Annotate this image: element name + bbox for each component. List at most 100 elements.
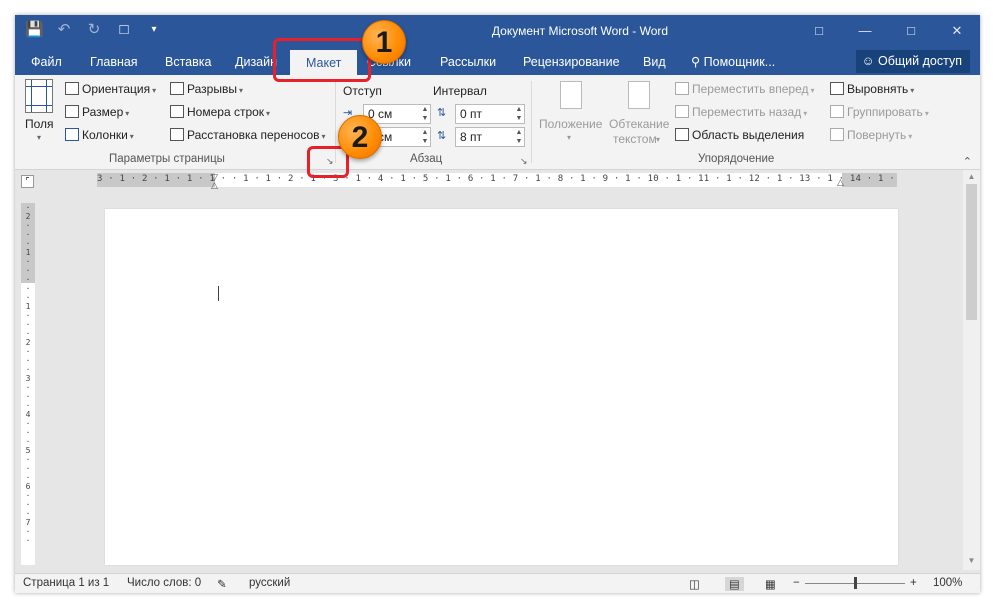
word-count[interactable]: Число слов: 0	[127, 577, 201, 589]
wrap-text-button[interactable]: Обтекание	[609, 117, 669, 131]
right-indent-icon[interactable]: △	[837, 177, 844, 188]
layout-tab-highlight	[273, 38, 371, 82]
spacing-after-field[interactable]: 8 пт ▲ ▼	[455, 127, 525, 147]
share-button[interactable]: ☺ Общий доступ	[855, 50, 970, 73]
read-mode-icon[interactable]: ◫	[689, 577, 700, 591]
group-icon	[830, 105, 844, 118]
lightbulb-icon: ⚲	[691, 55, 704, 69]
collapse-ribbon-icon[interactable]: ⌃	[963, 155, 972, 168]
spacing-after-value: 8 пт	[460, 130, 483, 144]
tab-view[interactable]: Вид	[643, 47, 666, 75]
hyphenation-label: Расстановка переносов	[187, 128, 320, 142]
selection-pane-icon	[675, 128, 689, 141]
zoom-level[interactable]: 100%	[933, 577, 962, 589]
rotate-icon	[830, 128, 844, 141]
columns-button[interactable]: Колонки ▾	[65, 128, 134, 142]
line-numbers-icon	[170, 105, 184, 118]
group-label: Группировать	[847, 105, 923, 119]
status-bar: Страница 1 из 1 Число слов: 0 ✎ русский …	[15, 573, 980, 593]
rotate-button[interactable]: Повернуть ▾	[830, 128, 912, 142]
maximize-icon[interactable]: □	[888, 15, 934, 47]
tab-mailings[interactable]: Рассылки	[440, 47, 496, 75]
vertical-scrollbar[interactable]: ▲ ▼	[963, 170, 980, 570]
paragraph-group-label: Абзац	[410, 153, 443, 165]
margins-icon	[25, 79, 53, 113]
spin-arrows-icon[interactable]: ▲ ▼	[420, 105, 430, 123]
proofing-icon[interactable]: ✎	[217, 577, 227, 591]
vertical-ruler-ticks: · 2 · · · 1 · · · · · 1 · · · 2 · · · 3 · · · 4 · · · 5 · · · 6 · · · 7 · ·	[25, 203, 31, 545]
send-backward-label: Переместить назад	[692, 105, 802, 119]
margins-chevron-icon: ▾	[37, 133, 42, 142]
zoom-in-button[interactable]: +	[910, 577, 917, 589]
hyphenation-button[interactable]: Расстановка переносов ▾	[170, 128, 326, 142]
web-layout-icon[interactable]: ▦	[765, 577, 776, 591]
align-label: Выровнять	[847, 82, 909, 96]
spin-arrows-icon[interactable]: ▲ ▼	[514, 128, 524, 146]
paragraph-dialog-launcher-icon[interactable]: ↘	[520, 156, 528, 167]
size-label: Размер	[82, 105, 124, 119]
send-backward-button[interactable]: Переместить назад ▾	[675, 105, 807, 119]
arrange-group-label: Упорядочение	[698, 153, 775, 165]
line-numbers-button[interactable]: Номера строк ▾	[170, 105, 270, 119]
title-bar: 💾 ↶ ↻ □ ▾ Документ Microsoft Word - Word…	[15, 15, 980, 47]
page-setup-group-label: Параметры страницы	[109, 153, 225, 165]
tell-me-search[interactable]: ⚲ Помощник...	[691, 47, 775, 75]
print-layout-icon[interactable]: ▤	[725, 577, 744, 591]
selection-pane-button[interactable]: Область выделения	[675, 128, 804, 142]
close-icon[interactable]: ✕	[934, 15, 980, 47]
tab-design[interactable]: Дизайн	[235, 47, 277, 75]
size-button[interactable]: Размер ▾	[65, 105, 129, 119]
word-window: 💾 ↶ ↻ □ ▾ Документ Microsoft Word - Word…	[15, 15, 980, 593]
bring-forward-label: Переместить вперед	[692, 82, 809, 96]
zoom-slider-thumb[interactable]	[854, 577, 857, 589]
spacing-before-field[interactable]: 0 пт ▲ ▼	[455, 104, 525, 124]
line-numbers-label: Номера строк	[187, 105, 265, 119]
minimize-icon[interactable]: —	[842, 15, 888, 47]
position-button[interactable]: Положение	[539, 117, 602, 131]
spacing-before-icon: ⇅	[437, 107, 447, 119]
tab-file[interactable]: Файл	[31, 47, 62, 75]
spin-arrows-icon[interactable]: ▲ ▼	[420, 128, 430, 146]
language[interactable]: русский	[249, 577, 290, 589]
scroll-thumb[interactable]	[966, 184, 977, 320]
text-cursor	[218, 286, 219, 301]
align-icon	[830, 82, 844, 95]
spacing-after-icon: ⇅	[437, 130, 447, 142]
document-page[interactable]	[105, 209, 898, 565]
columns-icon	[65, 128, 79, 141]
wrap-chevron-icon: ▾	[656, 135, 661, 144]
tab-review[interactable]: Рецензирование	[523, 47, 620, 75]
horizontal-ruler[interactable]: 3 · 1 · 2 · 1 · 1 · 1 · · 1 · 1 · 2 · 1 …	[97, 172, 897, 190]
margins-button[interactable]: Поля	[25, 117, 54, 131]
size-icon	[65, 105, 79, 118]
wrap-text-icon	[628, 81, 650, 109]
tab-home[interactable]: Главная	[90, 47, 138, 75]
step-1-badge: 1	[362, 20, 406, 64]
group-divider	[531, 81, 532, 163]
ribbon-display-options-icon[interactable]: □	[796, 15, 842, 47]
orientation-label: Ориентация	[82, 82, 151, 96]
scroll-up-icon[interactable]: ▲	[963, 172, 980, 184]
scroll-down-icon[interactable]: ▼	[963, 556, 980, 568]
breaks-button[interactable]: Разрывы ▾	[170, 82, 243, 96]
tell-me-label: Помощник...	[703, 55, 776, 69]
page-count[interactable]: Страница 1 из 1	[23, 577, 109, 589]
vertical-ruler[interactable]: · 2 · · · 1 · · · · · 1 · · · 2 · · · 3 · · · 4 · · · 5 · · · 6 · · · 7 · ·	[21, 203, 35, 565]
wrap-text-label-2: текстом	[613, 132, 657, 146]
columns-label: Колонки	[82, 128, 128, 142]
tab-selector-icon[interactable]: ⌜	[21, 175, 34, 188]
selection-pane-label: Область выделения	[692, 128, 805, 142]
bring-forward-button[interactable]: Переместить вперед ▾	[675, 82, 815, 96]
tab-insert[interactable]: Вставка	[165, 47, 211, 75]
bring-forward-icon	[675, 82, 689, 95]
align-button[interactable]: Выровнять ▾	[830, 82, 914, 96]
group-button[interactable]: Группировать ▾	[830, 105, 929, 119]
spacing-before-value: 0 пт	[460, 107, 483, 121]
rotate-label: Повернуть	[847, 128, 907, 142]
ribbon-tabs: Файл Главная Вставка Дизайн Макет Ссылки…	[15, 47, 980, 75]
zoom-out-button[interactable]: −	[793, 577, 800, 589]
position-chevron-icon: ▾	[567, 133, 572, 142]
left-indent-icon[interactable]: △	[211, 180, 218, 191]
orientation-button[interactable]: Ориентация ▾	[65, 82, 156, 96]
spin-arrows-icon[interactable]: ▲ ▼	[514, 105, 524, 123]
